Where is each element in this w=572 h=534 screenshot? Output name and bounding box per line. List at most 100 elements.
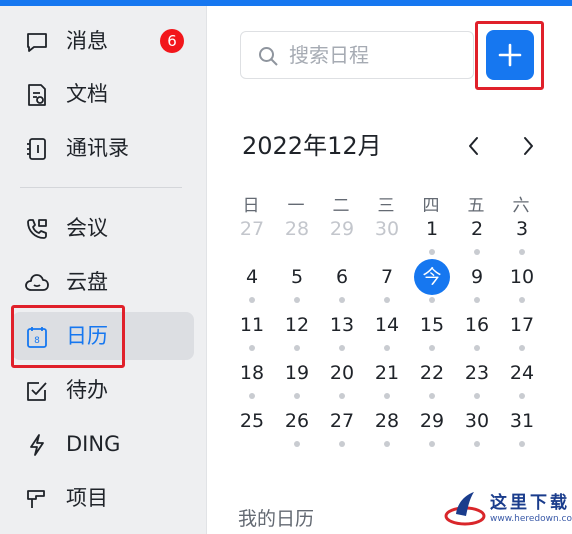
event-indicator-dot <box>474 393 480 399</box>
calendar-day[interactable]: 24 <box>502 355 542 391</box>
calendar-day[interactable]: 9 <box>457 259 497 295</box>
event-indicator-dot <box>429 441 435 447</box>
event-indicator-dot <box>384 345 390 351</box>
event-indicator-dot <box>519 393 525 399</box>
event-indicator-dot <box>384 297 390 303</box>
sidebar-item-cloud-drive[interactable]: 云盘 <box>12 258 194 306</box>
calendar-day[interactable]: 23 <box>457 355 497 391</box>
event-indicator-dot <box>519 345 525 351</box>
calendar-day[interactable]: 29 <box>322 211 362 247</box>
sidebar-item-label: 待办 <box>66 378 108 402</box>
event-indicator-dot <box>429 393 435 399</box>
document-icon <box>28 84 46 106</box>
event-indicator-dot <box>339 441 345 447</box>
calendar-day[interactable]: 4 <box>232 259 272 295</box>
calendar-day[interactable]: 20 <box>322 355 362 391</box>
calendar-day[interactable]: 19 <box>277 355 317 391</box>
sidebar-item-label: 通讯录 <box>66 136 129 160</box>
calendar-highlight-box <box>11 305 125 368</box>
calendar-day[interactable]: 27 <box>232 211 272 247</box>
event-indicator-dot <box>519 441 525 447</box>
sidebar-item-messages[interactable]: 消息 6 <box>12 17 194 65</box>
event-indicator-dot <box>249 297 255 303</box>
sidebar-item-todo[interactable]: 待办 <box>12 366 194 414</box>
lightning-icon <box>30 434 44 456</box>
sidebar: 消息 6 文档 通讯录 会议 云盘 8 日历 待办 DING 项目 <box>0 6 207 534</box>
calendar-day[interactable]: 12 <box>277 307 317 343</box>
calendar-day[interactable]: 21 <box>367 355 407 391</box>
calendar-day[interactable]: 27 <box>322 403 362 439</box>
event-indicator-dot <box>384 393 390 399</box>
search-box[interactable] <box>240 31 474 79</box>
video-call-icon <box>27 219 47 239</box>
event-indicator-dot <box>519 297 525 303</box>
my-calendars-title: 我的日历 <box>238 508 315 530</box>
add-button-highlight-box <box>475 21 544 90</box>
calendar-day-today[interactable]: 今 <box>412 259 452 295</box>
sidebar-item-meetings[interactable]: 会议 <box>12 204 194 252</box>
sidebar-item-label: DING <box>66 432 121 456</box>
checkbox-icon <box>27 382 47 401</box>
prev-month-chevron-icon[interactable] <box>462 134 486 158</box>
calendar-day[interactable]: 22 <box>412 355 452 391</box>
sidebar-item-label: 云盘 <box>66 270 108 294</box>
unread-badge: 6 <box>160 29 184 53</box>
watermark-text: 这里下载 <box>490 493 570 513</box>
event-indicator-dot <box>294 345 300 351</box>
cloud-icon <box>25 274 49 291</box>
calendar-day[interactable]: 16 <box>457 307 497 343</box>
sidebar-item-label: 消息 <box>66 29 108 53</box>
event-indicator-dot <box>474 345 480 351</box>
calendar-day[interactable]: 30 <box>457 403 497 439</box>
calendar-day[interactable]: 14 <box>367 307 407 343</box>
calendar-day[interactable]: 28 <box>277 211 317 247</box>
event-indicator-dot <box>339 297 345 303</box>
event-indicator-dot <box>294 297 300 303</box>
sidebar-item-contacts[interactable]: 通讯录 <box>12 124 194 172</box>
calendar-day[interactable]: 31 <box>502 403 542 439</box>
calendar-day[interactable]: 29 <box>412 403 452 439</box>
calendar-day[interactable]: 11 <box>232 307 272 343</box>
sidebar-item-ding[interactable]: DING <box>12 420 194 468</box>
calendar-day[interactable]: 18 <box>232 355 272 391</box>
calendar-day[interactable]: 1 <box>412 211 452 247</box>
watermark-url: www.heredown.com <box>490 514 572 524</box>
sidebar-divider <box>20 187 182 188</box>
event-indicator-dot <box>249 393 255 399</box>
month-title: 2022年12月 <box>242 132 382 160</box>
project-icon <box>27 490 45 508</box>
sidebar-item-projects[interactable]: 项目 <box>12 474 194 522</box>
event-indicator-dot <box>429 297 435 303</box>
event-indicator-dot <box>384 441 390 447</box>
search-input[interactable] <box>289 40 465 70</box>
sidebar-item-label: 文档 <box>66 82 108 106</box>
sidebar-item-label: 项目 <box>66 486 108 510</box>
next-month-chevron-icon[interactable] <box>516 134 540 158</box>
watermark-logo: 这里下载 www.heredown.com <box>442 484 572 532</box>
event-indicator-dot <box>474 249 480 255</box>
calendar-day[interactable]: 25 <box>232 403 272 439</box>
calendar-day[interactable]: 3 <box>502 211 542 247</box>
calendar-day[interactable]: 17 <box>502 307 542 343</box>
event-indicator-dot <box>339 393 345 399</box>
sidebar-item-docs[interactable]: 文档 <box>12 70 194 118</box>
message-icon <box>27 33 47 52</box>
event-indicator-dot <box>339 345 345 351</box>
calendar-day[interactable]: 6 <box>322 259 362 295</box>
calendar-day[interactable]: 5 <box>277 259 317 295</box>
calendar-day[interactable]: 13 <box>322 307 362 343</box>
calendar-day[interactable]: 7 <box>367 259 407 295</box>
calendar-day[interactable]: 10 <box>502 259 542 295</box>
calendar-day[interactable]: 26 <box>277 403 317 439</box>
calendar-day[interactable]: 15 <box>412 307 452 343</box>
event-indicator-dot <box>519 249 525 255</box>
search-icon <box>259 47 278 66</box>
calendar-day[interactable]: 30 <box>367 211 407 247</box>
event-indicator-dot <box>249 345 255 351</box>
event-indicator-dot <box>474 441 480 447</box>
calendar-day[interactable]: 28 <box>367 403 407 439</box>
calendar-day[interactable]: 2 <box>457 211 497 247</box>
event-indicator-dot <box>294 441 300 447</box>
event-indicator-dot <box>429 249 435 255</box>
event-indicator-dot <box>294 393 300 399</box>
